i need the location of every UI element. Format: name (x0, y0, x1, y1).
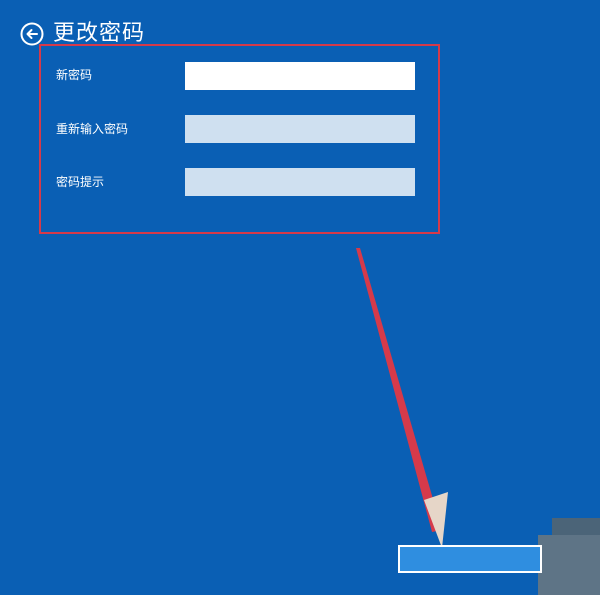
password-hint-label: 密码提示 (56, 175, 105, 189)
back-arrow-icon[interactable] (20, 22, 44, 46)
background-block (538, 535, 600, 595)
confirm-password-label: 重新输入密码 (56, 122, 129, 136)
new-password-label: 新密码 (56, 68, 93, 82)
confirm-password-input[interactable] (185, 115, 415, 143)
annotation-arrow-shaft (356, 248, 442, 532)
password-hint-input[interactable] (185, 168, 415, 196)
next-button[interactable] (398, 545, 542, 573)
new-password-input[interactable] (185, 62, 415, 90)
annotation-arrow-tip (424, 492, 448, 548)
